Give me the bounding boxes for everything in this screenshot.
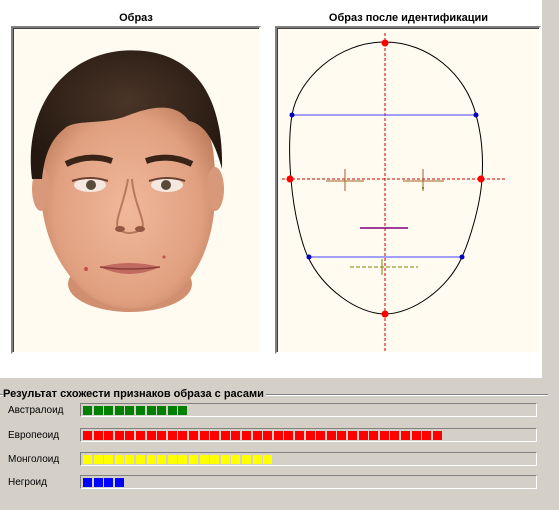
progress-block: [115, 431, 124, 440]
progress-block: [178, 406, 187, 415]
progress-block: [168, 406, 177, 415]
results-title: Результат схожести признаков образа с ра…: [3, 387, 266, 401]
jaw-right-point: [459, 254, 465, 260]
jaw-left-point: [306, 254, 312, 260]
progress-block: [327, 431, 336, 440]
progress-block: [115, 455, 124, 464]
progress-block: [83, 455, 92, 464]
progress-block: [94, 406, 103, 415]
progress-block: [221, 455, 230, 464]
progress-block: [306, 431, 315, 440]
progress-block: [284, 431, 293, 440]
progress-block: [157, 431, 166, 440]
race-label-europeoid: Европеоид: [8, 430, 60, 441]
identified-image-title: Образ после идентификации: [328, 12, 489, 24]
progress-block: [94, 455, 103, 464]
race-bar-negroid: [80, 475, 537, 489]
race-label-mongoloid: Монголоид: [8, 454, 60, 465]
progress-block: [210, 431, 219, 440]
progress-block: [348, 431, 357, 440]
identified-image-panel: [275, 26, 541, 354]
progress-block: [136, 455, 145, 464]
progress-block: [316, 431, 325, 440]
progress-block: [422, 431, 431, 440]
progress-block: [136, 406, 145, 415]
progress-block: [263, 431, 272, 440]
progress-block: [433, 431, 442, 440]
progress-block: [147, 406, 156, 415]
progress-block: [178, 431, 187, 440]
image-area: Образ Образ после идентификации: [0, 0, 541, 378]
progress-block: [83, 431, 92, 440]
race-bar-australoid: [80, 403, 537, 417]
progress-block: [401, 431, 410, 440]
original-image-title: Образ: [119, 12, 153, 24]
progress-block: [200, 431, 209, 440]
progress-block: [136, 431, 145, 440]
progress-block: [147, 455, 156, 464]
progress-block: [200, 455, 209, 464]
progress-block: [369, 431, 378, 440]
progress-block: [168, 455, 177, 464]
forehead-right-point: [473, 112, 479, 118]
progress-block: [253, 431, 262, 440]
progress-block: [390, 431, 399, 440]
bottom-point: [381, 310, 389, 318]
left-eye-marker: [326, 169, 364, 191]
progress-block: [242, 455, 251, 464]
progress-block: [115, 406, 124, 415]
right-point: [477, 175, 485, 183]
race-bar-europeoid: [80, 428, 537, 442]
progress-block: [263, 455, 272, 464]
forehead-left-point: [289, 112, 295, 118]
progress-block: [125, 455, 134, 464]
progress-block: [189, 455, 198, 464]
vertical-scrollbar[interactable]: [541, 0, 559, 378]
progress-block: [168, 431, 177, 440]
progress-block: [359, 431, 368, 440]
progress-block: [94, 431, 103, 440]
race-bar-mongoloid: [80, 452, 537, 466]
progress-block: [94, 478, 103, 487]
progress-block: [104, 455, 113, 464]
progress-block: [295, 431, 304, 440]
progress-block: [147, 431, 156, 440]
progress-block: [274, 431, 283, 440]
top-point: [381, 39, 389, 47]
progress-block: [231, 455, 240, 464]
progress-block: [253, 455, 262, 464]
progress-block: [104, 431, 113, 440]
progress-block: [242, 431, 251, 440]
progress-block: [125, 406, 134, 415]
progress-block: [83, 478, 92, 487]
progress-block: [189, 431, 198, 440]
original-image-panel: [11, 26, 261, 354]
face-photo: [30, 50, 224, 312]
progress-block: [210, 455, 219, 464]
progress-block: [231, 431, 240, 440]
progress-block: [337, 431, 346, 440]
progress-block: [83, 406, 92, 415]
race-label-negroid: Негроид: [8, 477, 47, 488]
progress-block: [115, 478, 124, 487]
progress-block: [178, 455, 187, 464]
progress-block: [104, 406, 113, 415]
progress-block: [221, 431, 230, 440]
progress-block: [125, 431, 134, 440]
progress-block: [412, 431, 421, 440]
face-schema: [282, 33, 506, 351]
progress-block: [157, 455, 166, 464]
progress-block: [157, 406, 166, 415]
progress-block: [380, 431, 389, 440]
face-outline: [289, 41, 484, 315]
race-label-australoid: Австралоид: [8, 405, 64, 416]
progress-block: [104, 478, 113, 487]
left-point: [286, 175, 294, 183]
